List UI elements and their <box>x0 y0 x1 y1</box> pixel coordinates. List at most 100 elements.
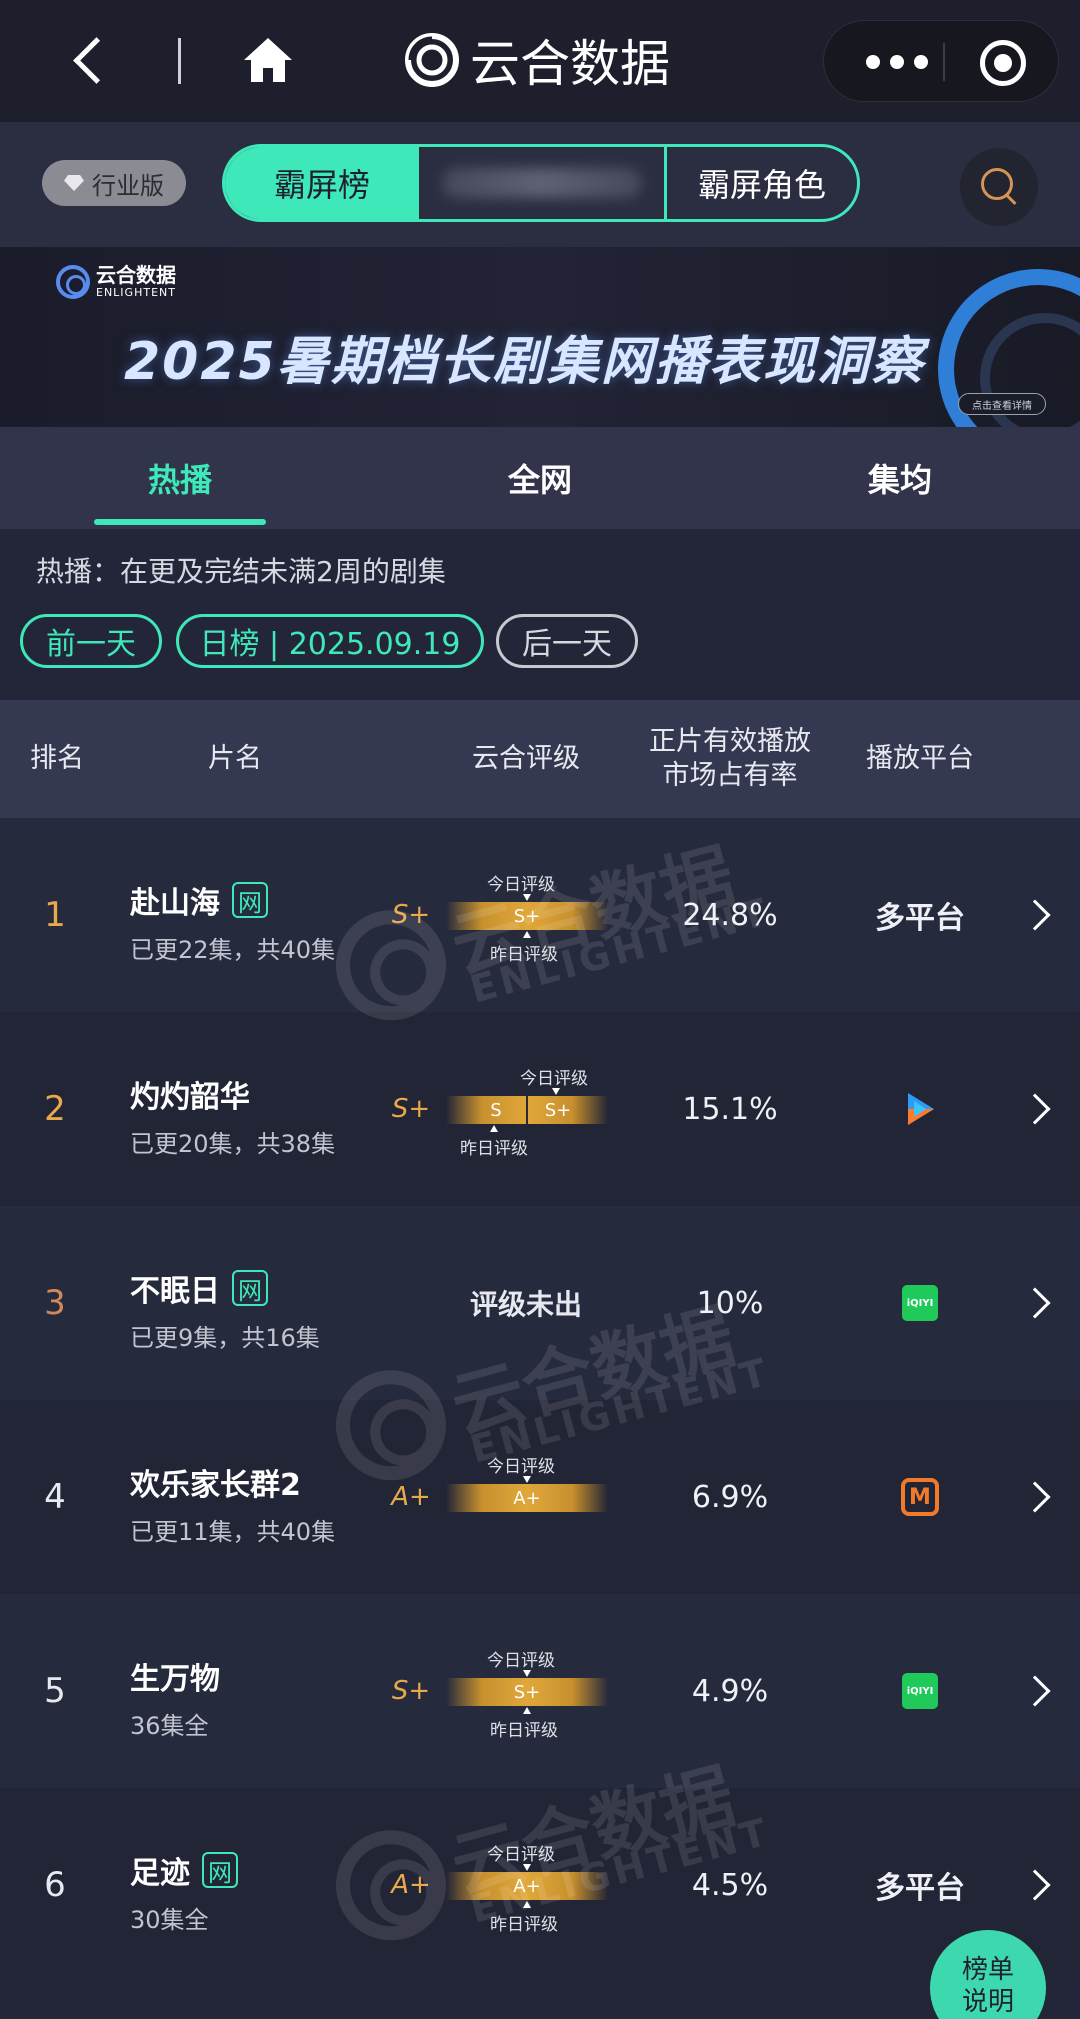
help-line-2: 说明 <box>961 1987 1014 2017</box>
promo-banner[interactable]: 云合数据 ENLIGHTENT 2025暑期档长剧集网播表现洞察 点击查看详情 <box>0 247 1080 427</box>
banner-logo-sub: ENLIGHTENT <box>96 286 176 299</box>
edition-badge[interactable]: 行业版 <box>42 160 186 206</box>
close-icon[interactable] <box>980 40 1026 86</box>
grade-bar: S+ <box>446 1678 608 1706</box>
show-title-text: 灼灼韶华 <box>130 1080 250 1115</box>
tab-per-episode[interactable]: 集均 <box>760 427 1040 529</box>
table-header: 排名 片名 云合评级 正片有效播放 市场占有率 播放平台 <box>0 700 1080 818</box>
yesterday-grade-caption: 昨日评级 <box>490 1721 558 1741</box>
episode-count: 已更9集，共16集 <box>130 1324 320 1352</box>
tab-bar: 热播 全网 集均 <box>0 427 1080 529</box>
today-grade-caption: 今日评级 <box>487 1845 555 1865</box>
header-platform: 播放平台 <box>866 743 974 774</box>
episode-count: 已更22集，共40集 <box>130 936 336 964</box>
banner-title: 2025暑期档长剧集网播表现洞察 <box>124 332 925 392</box>
market-share: 10% <box>696 1285 764 1321</box>
mini-program-capsule <box>823 20 1059 102</box>
grade-bar: S S+ <box>446 1096 608 1124</box>
mango-tv-icon <box>901 1478 939 1516</box>
today-grade-caption: 今日评级 <box>487 1651 555 1671</box>
board-description: 热播：在更及完结未满2周的剧集 <box>36 555 446 588</box>
rank-number: 6 <box>44 1865 66 1905</box>
rank-number: 1 <box>44 895 66 935</box>
market-share: 15.1% <box>682 1091 778 1127</box>
chevron-right-icon[interactable] <box>1019 1287 1051 1319</box>
market-share: 4.9% <box>691 1673 769 1709</box>
header-rank: 排名 <box>30 743 84 774</box>
blurred-label <box>441 168 642 198</box>
today-grade-caption: 今日评级 <box>520 1069 588 1089</box>
web-drama-badge: 网 <box>232 1270 268 1306</box>
yesterday-grade-caption: 昨日评级 <box>490 945 558 965</box>
platform-cell <box>845 1012 995 1206</box>
grade-badge: S+ <box>391 1676 431 1706</box>
chevron-right-icon[interactable] <box>1019 1869 1051 1901</box>
tab-hot[interactable]: 热播 <box>40 427 320 529</box>
search-icon[interactable] <box>960 148 1038 226</box>
table-row[interactable]: 6 足迹网 30集全 A+ A+ 今日评级 昨日评级 4.5% 多平台 <box>0 1788 1080 1982</box>
show-title[interactable]: 不眠日网 <box>130 1266 268 1310</box>
grade-bar: A+ <box>446 1872 608 1900</box>
yesterday-marker <box>490 1125 498 1132</box>
header-title: 片名 <box>208 743 262 774</box>
rank-number: 5 <box>44 1671 66 1711</box>
show-title[interactable]: 足迹网 <box>130 1848 238 1892</box>
web-drama-badge: 网 <box>232 882 268 918</box>
rank-number: 2 <box>44 1089 66 1129</box>
segment-blurred[interactable] <box>419 147 667 219</box>
rank-number: 3 <box>44 1283 66 1323</box>
show-title[interactable]: 灼灼韶华 <box>130 1072 250 1116</box>
chevron-right-icon[interactable] <box>1019 899 1051 931</box>
platform-multi: 多平台 <box>875 901 965 936</box>
edition-label: 行业版 <box>92 171 164 200</box>
table-row[interactable]: 1 赴山海网已更22集，共40集 S+ S+ 今日评级 昨日评级 24.8% 多平台 <box>0 818 1080 1012</box>
table-row[interactable]: 5 生万物 36集全 S+ S+ 今日评级 昨日评级 4.9% iQIYI <box>0 1594 1080 1788</box>
rank-number: 4 <box>44 1477 66 1517</box>
nav-divider <box>178 38 181 84</box>
iqiyi-icon: iQIYI <box>902 1285 938 1321</box>
grade-pending: 评级未出 <box>469 1288 582 1321</box>
yesterday-grade-caption: 昨日评级 <box>460 1139 528 1159</box>
grade-bar-today: S+ <box>513 1681 541 1703</box>
back-icon[interactable] <box>70 34 110 86</box>
sub-header: 行业版 霸屏榜 霸屏角色 <box>0 122 1080 247</box>
today-grade-caption: 今日评级 <box>487 875 555 895</box>
diamond-icon <box>64 175 84 191</box>
header-share: 正片有效播放 市场占有率 <box>649 726 811 791</box>
header-grade: 云合评级 <box>472 743 580 774</box>
segment-dominant-role[interactable]: 霸屏角色 <box>667 147 857 219</box>
chevron-right-icon[interactable] <box>1019 1481 1051 1513</box>
tab-all-network[interactable]: 全网 <box>400 427 680 529</box>
yesterday-grade-caption: 昨日评级 <box>490 1915 558 1935</box>
today-marker <box>523 1864 531 1871</box>
table-row[interactable]: 4 欢乐家长群2 已更11集，共40集 A+ A+ 今日评级 6.9% <box>0 1400 1080 1594</box>
date-picker[interactable]: 日榜 | 2025.09.19 <box>176 614 484 668</box>
grade-bar-today: S+ <box>544 1099 572 1121</box>
chevron-right-icon[interactable] <box>1019 1675 1051 1707</box>
show-title[interactable]: 生万物 <box>130 1654 220 1698</box>
table-row[interactable]: 3 不眠日网已更9集，共16集 评级未出 10% iQIYI <box>0 1206 1080 1400</box>
segment-dominant-board[interactable]: 霸屏榜 <box>225 147 419 219</box>
grade-bar: S+ <box>446 902 608 930</box>
board-segment-control: 霸屏榜 霸屏角色 <box>222 144 860 222</box>
episode-count: 已更20集，共38集 <box>130 1130 336 1158</box>
table-row[interactable]: 2 灼灼韶华已更20集，共38集 S+ S S+ 今日评级昨日评级 15.1% <box>0 1012 1080 1206</box>
banner-cta-button[interactable]: 点击查看详情 <box>958 393 1046 415</box>
today-marker <box>552 1088 560 1095</box>
home-icon[interactable] <box>240 34 296 86</box>
grade-bar-today: S+ <box>513 905 541 927</box>
show-title-text: 足迹 <box>130 1856 190 1891</box>
episode-count: 已更11集，共40集 <box>130 1518 336 1546</box>
next-day-button[interactable]: 后一天 <box>496 614 638 668</box>
prev-day-button[interactable]: 前一天 <box>20 614 162 668</box>
chevron-right-icon[interactable] <box>1019 1093 1051 1125</box>
top-nav-bar: 云合数据 <box>0 0 1080 122</box>
episode-count: 30集全 <box>130 1906 209 1934</box>
tencent-video-icon <box>900 1089 940 1129</box>
show-title-text: 赴山海 <box>130 886 220 921</box>
platform-cell: iQIYI <box>845 1206 995 1400</box>
show-title[interactable]: 赴山海网 <box>130 878 268 922</box>
show-title[interactable]: 欢乐家长群2 <box>130 1460 301 1504</box>
more-icon[interactable] <box>852 41 942 83</box>
episode-count: 36集全 <box>130 1712 209 1740</box>
